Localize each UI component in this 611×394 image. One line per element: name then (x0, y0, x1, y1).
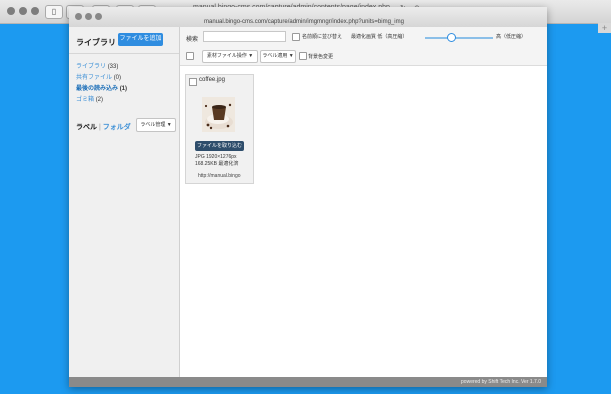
sort-by-name-label: 名前順に並び替え (302, 34, 343, 40)
window-url: manual.bingo-cms.com/capture/admin/imgmn… (204, 19, 404, 25)
sidebar-item-label: 最後の読み込み (76, 86, 119, 92)
file-size: 168.25KB 最適化済 (195, 161, 239, 167)
file-action-dropdown[interactable]: 素材ファイル操作 ▼ (202, 50, 258, 63)
minimize-window-icon[interactable] (19, 7, 27, 15)
sidebar-toggle-icon[interactable]: ▯ (45, 5, 63, 19)
sidebar-item-label: ゴミ箱 (76, 97, 95, 103)
zoom-window-icon[interactable] (31, 7, 39, 15)
tab-separator: | (98, 124, 101, 131)
minimize-icon[interactable] (85, 13, 92, 20)
new-tab-button[interactable]: + (598, 23, 611, 33)
label-apply-dropdown[interactable]: ラベル適用 ▼ (260, 50, 296, 63)
sidebar: ライブラリ ファイルを追加 ライブラリ (33) 共有ファイル (0) 最後の読… (69, 27, 180, 377)
search-input[interactable] (203, 31, 286, 42)
close-icon[interactable] (75, 13, 82, 20)
quality-low-label: 最適化画質 低（高圧縮） (351, 34, 408, 40)
search-label: 検索 (186, 37, 199, 43)
sidebar-item-library[interactable]: ライブラリ (33) (76, 61, 118, 70)
tab-label[interactable]: ラベル (76, 124, 97, 131)
sidebar-item-trash[interactable]: ゴミ箱 (2) (76, 94, 103, 103)
add-file-button[interactable]: ファイルを追加 (118, 33, 163, 46)
tab-folder[interactable]: フォルダ (103, 124, 131, 131)
sidebar-item-count: (0) (113, 75, 122, 81)
sidebar-item-label: ライブラリ (76, 64, 107, 70)
sort-by-name-checkbox[interactable] (292, 33, 300, 41)
file-card[interactable]: coffee.jpg ファイルを取り込む JPG 1920×1276px 168… (185, 74, 254, 184)
sidebar-item-count: (33) (107, 64, 119, 70)
sidebar-item-label: 共有ファイル (76, 75, 113, 81)
app-window: manual.bingo-cms.com/capture/admin/imgmn… (69, 7, 547, 387)
toolbar: 検索 名前順に並び替え 最適化画質 低（高圧縮） 高（低圧縮） 素材ファイル操作… (180, 27, 547, 66)
quality-slider-track[interactable] (425, 37, 493, 39)
bg-change-checkbox[interactable] (299, 52, 307, 60)
zoom-icon[interactable] (95, 13, 102, 20)
label-manage-dropdown[interactable]: ラベル管理 ▼ (136, 118, 176, 132)
label-folder-switch: ラベル | フォルダ (76, 122, 131, 132)
file-grid: coffee.jpg ファイルを取り込む JPG 1920×1276px 168… (180, 66, 547, 377)
coffee-thumbnail[interactable] (202, 97, 235, 132)
file-info: JPG 1920×1276px 168.25KB 最適化済 (195, 154, 238, 168)
file-url[interactable]: http://manual.bingo (198, 173, 241, 179)
select-all-checkbox[interactable] (186, 52, 194, 60)
sidebar-item-count: (1) (119, 86, 128, 92)
file-dimensions: JPG 1920×1276px (195, 154, 237, 160)
sidebar-item-shared[interactable]: 共有ファイル (0) (76, 72, 121, 81)
footer-credit: powered by Shift Tech Inc. Ver 1.7.0 (461, 379, 541, 385)
footer-bar: powered by Shift Tech Inc. Ver 1.7.0 (69, 377, 547, 387)
file-select-checkbox[interactable] (189, 78, 197, 86)
sidebar-title: ライブラリ (76, 38, 116, 47)
bg-change-label: 背景色変更 (308, 54, 334, 60)
quality-slider-handle[interactable] (447, 33, 456, 42)
quality-high-label: 高（低圧縮） (496, 34, 527, 40)
sidebar-item-last-import[interactable]: 最後の読み込み (1) (76, 83, 127, 92)
sidebar-divider (69, 53, 179, 54)
file-name: coffee.jpg (199, 77, 225, 83)
sidebar-item-count: (2) (95, 97, 104, 103)
window-titlebar: manual.bingo-cms.com/capture/admin/imgmn… (69, 7, 547, 28)
import-file-button[interactable]: ファイルを取り込む (195, 141, 244, 151)
close-window-icon[interactable] (7, 7, 15, 15)
